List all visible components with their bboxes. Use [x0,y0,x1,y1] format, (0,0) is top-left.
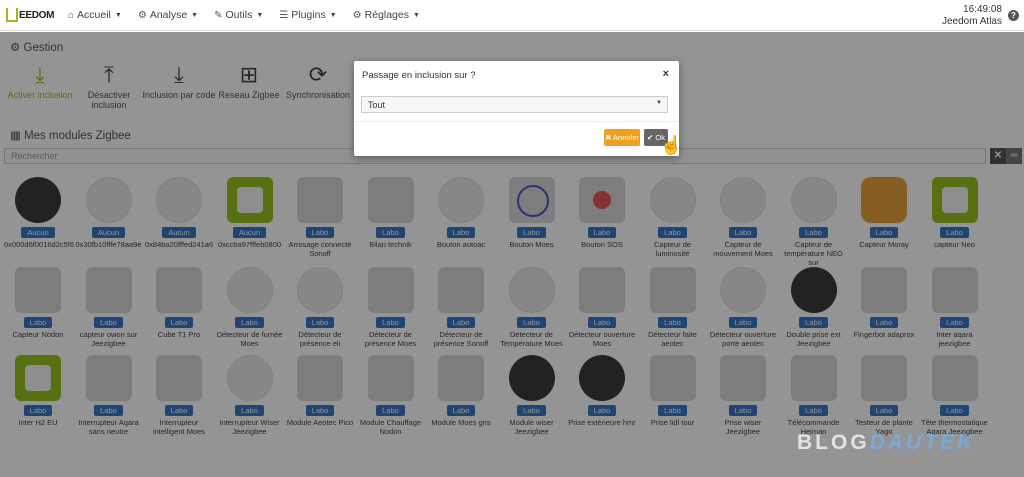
divider [354,121,679,122]
caret-down-icon: ▼ [329,11,337,19]
help-icon[interactable]: ? [1008,10,1019,21]
watermark: BLOGDAUTEK [797,431,975,455]
hand-cursor-icon: ☝ [660,135,683,155]
menu-accueil[interactable]: ⌂ Accueil ▼ [60,0,130,31]
watermark-part1: BLOG [797,431,870,454]
menu-plugins[interactable]: ☰ Plugins ▼ [271,0,344,31]
top-navbar: EEDOM ⌂ Accueil ▼ ⚙ Analyse ▼ ✎ Outils ▼ ☰ Plug… [0,0,1024,31]
menu-outils[interactable]: ✎ Outils ▼ [206,0,271,31]
logo-mark [6,8,18,22]
modal-title: Passage en inclusion sur ? [362,70,476,81]
select-value: Tout [368,100,386,110]
logo-text: EEDOM [19,10,55,21]
watermark-part2: DAUTEK [869,431,976,454]
inclusion-modal: Passage en inclusion sur ? × Tout ▼ ✖ An… [354,61,679,156]
caret-down-icon: ▼ [114,11,122,19]
menu-label: Plugins [291,9,326,21]
wrench-icon: ✎ [214,9,223,21]
menu-analyse[interactable]: ⚙ Analyse ▼ [130,0,206,31]
caret-down-icon: ▼ [256,11,264,19]
menu-label: Réglages [364,9,409,21]
home-icon: ⌂ [68,9,75,21]
close-icon[interactable]: × [663,68,669,80]
clock-time: 16:49:08 [963,4,1002,15]
inclusion-target-select[interactable]: Tout ▼ [361,96,668,113]
clock-block: 16:49:08 Jeedom Atlas [942,4,1002,28]
menu-reglages[interactable]: ⚙ Réglages ▼ [345,0,428,31]
cogs-icon: ⚙ [352,9,362,21]
main-menu: ⌂ Accueil ▼ ⚙ Analyse ▼ ✎ Outils ▼ ☰ Plugins ▼ ⚙… [60,0,428,31]
menu-label: Outils [225,9,253,21]
menu-label: Accueil [77,9,111,21]
chart-icon: ⚙ [137,9,147,21]
caret-down-icon: ▼ [412,11,420,19]
caret-down-icon: ▼ [191,11,199,19]
menu-label: Analyse [149,9,188,21]
cancel-button[interactable]: ✖ Annuler [604,129,640,146]
list-icon: ☰ [279,9,289,21]
jeedom-logo[interactable]: EEDOM [6,5,55,25]
install-name: Jeedom Atlas [941,16,1002,27]
chevron-down-icon: ▼ [656,100,662,106]
